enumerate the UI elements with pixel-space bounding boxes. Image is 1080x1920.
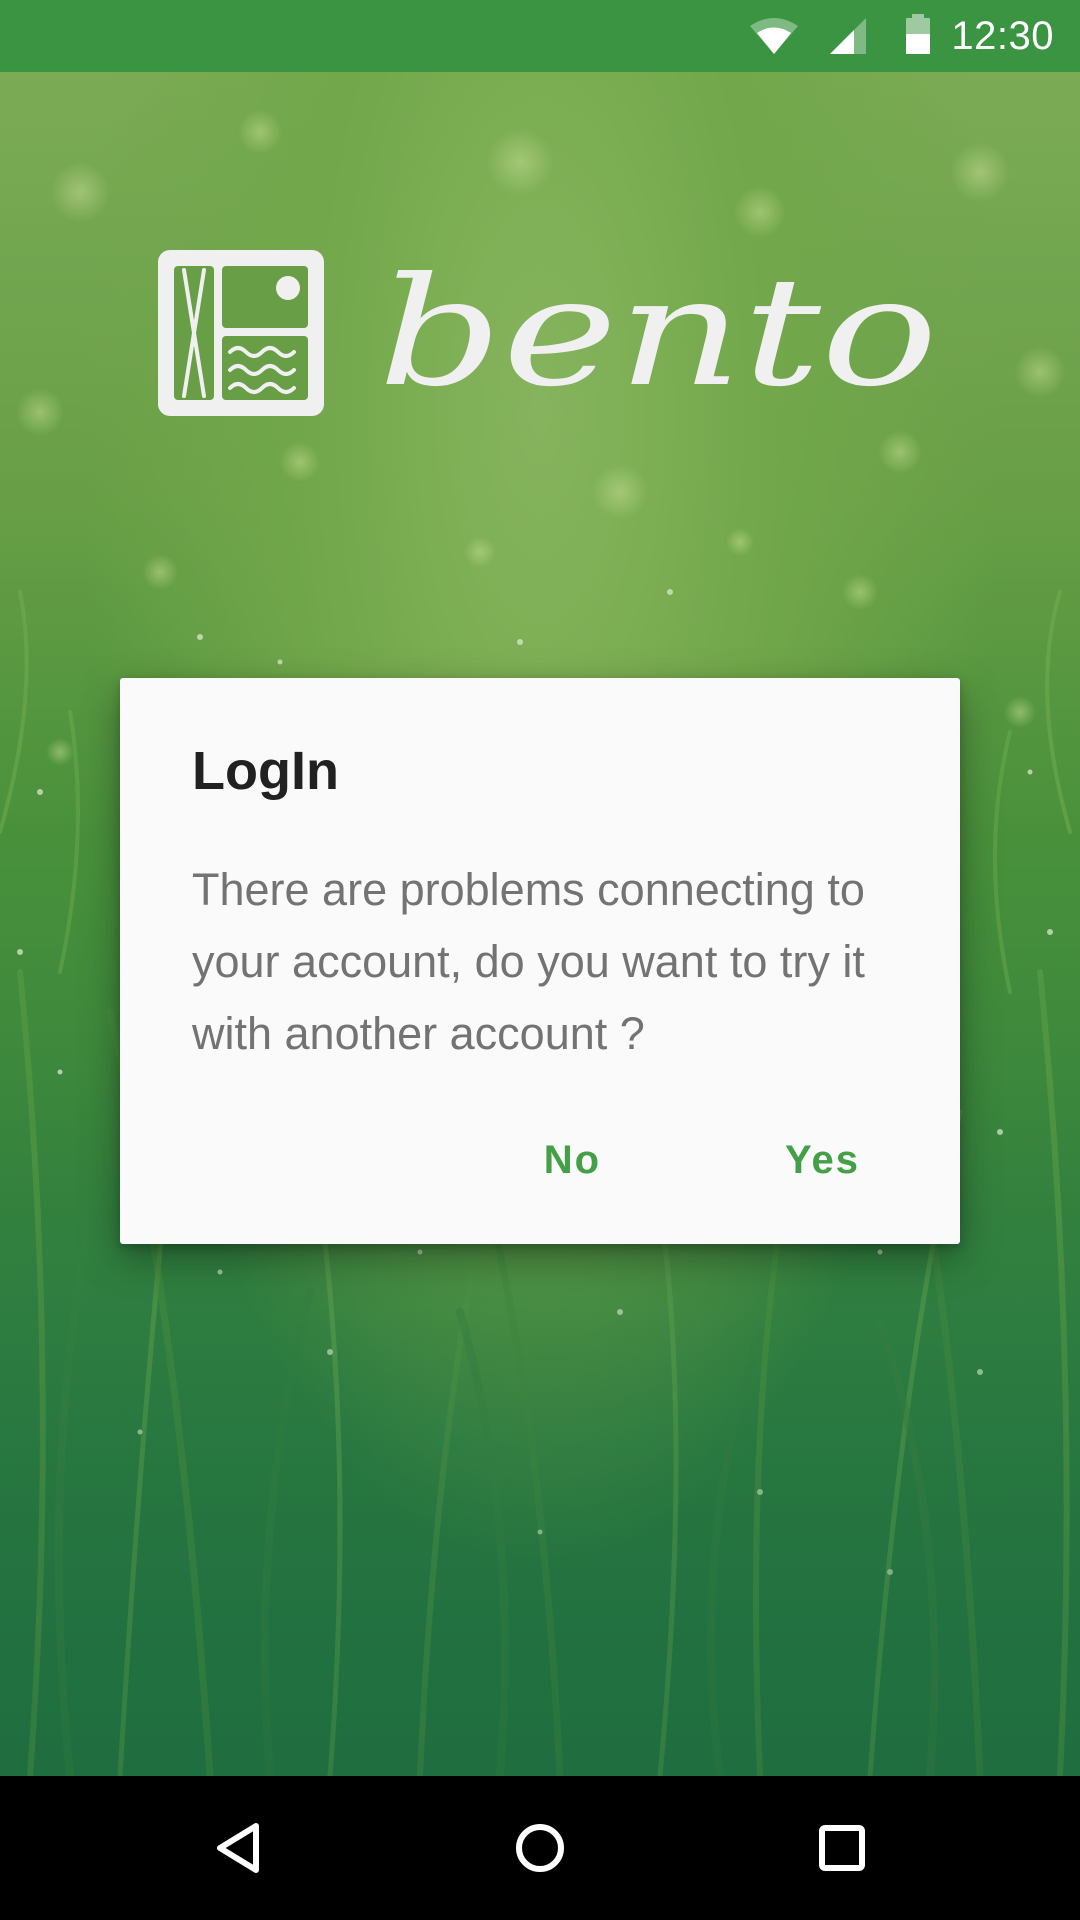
back-icon[interactable] [204,1812,276,1884]
app-screen: 12:30 bento LogIn There are problems con… [0,0,1080,1920]
navigation-bar [0,1776,1080,1920]
dialog-message: There are problems connecting to your ac… [192,864,865,1059]
no-button[interactable]: No [492,1112,653,1208]
wifi-icon [750,18,798,54]
status-time: 12:30 [951,14,1054,58]
recents-icon[interactable] [806,1812,878,1884]
dialog-actions: No Yes [492,1112,912,1208]
login-dialog: LogIn There are problems connecting to y… [120,678,960,1244]
dialog-title: LogIn [192,741,339,801]
battery-icon [906,14,930,54]
yes-button[interactable]: Yes [733,1112,912,1208]
cell-signal-icon [830,18,866,54]
status-bar: 12:30 [0,0,1080,72]
home-icon[interactable] [504,1812,576,1884]
